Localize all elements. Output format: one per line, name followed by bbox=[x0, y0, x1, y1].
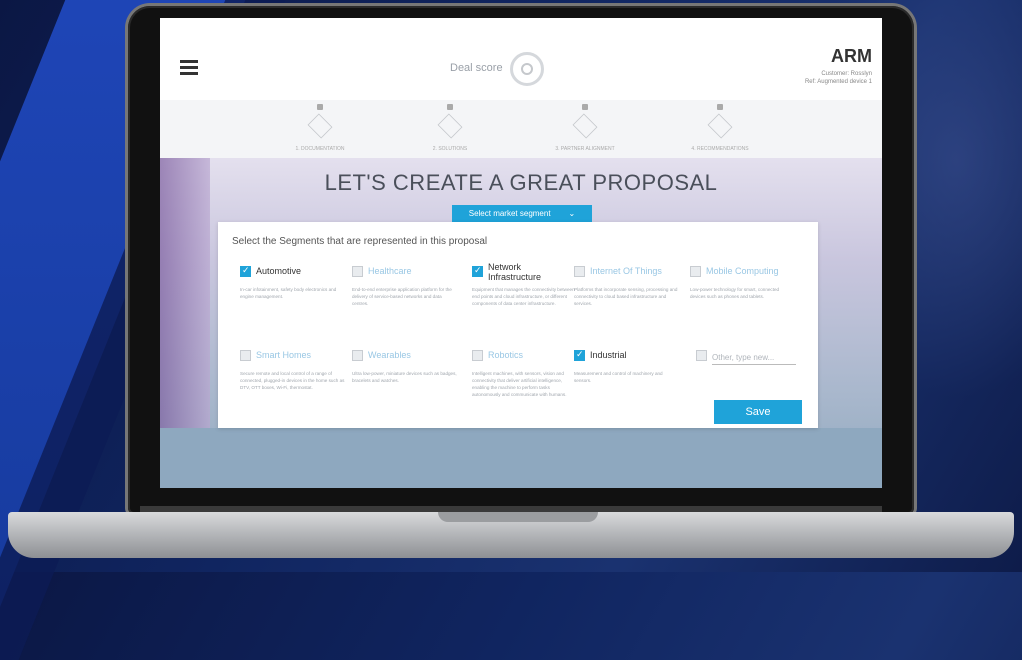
step-documentation[interactable]: 1. DOCUMENTATION bbox=[260, 104, 380, 152]
checkbox[interactable] bbox=[574, 266, 585, 277]
step-label: 2. SOLUTIONS bbox=[432, 146, 468, 152]
laptop-notch bbox=[438, 512, 598, 522]
other-segment-input[interactable] bbox=[712, 350, 796, 365]
step-label: 1. DOCUMENTATION bbox=[295, 146, 345, 152]
footer-strip bbox=[160, 428, 882, 488]
step-label: 3. PARTNER ALIGNMENT bbox=[555, 146, 615, 152]
save-button[interactable]: Save bbox=[714, 400, 802, 424]
segment-name: Network Infrastructure bbox=[488, 262, 542, 282]
page-title: LET'S CREATE A GREAT PROPOSAL bbox=[324, 170, 718, 195]
segment-name: Internet Of Things bbox=[590, 266, 662, 276]
segment-description: Low-power technology for smart, connecte… bbox=[690, 287, 780, 299]
checkbox[interactable] bbox=[352, 350, 363, 361]
segment-name: Healthcare bbox=[368, 266, 412, 276]
laptop-base bbox=[8, 512, 1014, 558]
segment-description: Equipment that manages the connectivity … bbox=[472, 287, 575, 306]
segment-name: Wearables bbox=[368, 350, 411, 360]
customer-line: Customer: Rosslyn bbox=[821, 71, 872, 77]
segment-description: Secure remote and local control of a ran… bbox=[240, 371, 345, 390]
segment-description: Platforms that incorporate sensing, proc… bbox=[574, 287, 678, 306]
segment-name: Mobile Computing bbox=[706, 266, 779, 276]
customer-info: Customer: Rosslyn Ref: Augmented device … bbox=[805, 70, 872, 86]
ref-line: Ref: Augmented device 1 bbox=[804, 79, 872, 85]
checkbox[interactable] bbox=[472, 265, 483, 277]
progress-stepper: 1. DOCUMENTATION 2. SOLUTIONS 3. PARTNER… bbox=[260, 104, 800, 164]
checkbox[interactable] bbox=[574, 349, 585, 361]
step-label: 4. RECOMMENDATIONS bbox=[691, 146, 749, 152]
segment-name: Smart Homes bbox=[256, 350, 312, 360]
checkbox[interactable] bbox=[240, 350, 251, 361]
panel-title: Select the Segments that are represented… bbox=[232, 236, 488, 247]
checkbox[interactable] bbox=[352, 266, 363, 277]
app-header: Deal score ARM Customer: Rosslyn Ref: Au… bbox=[160, 18, 882, 100]
step-partner-alignment[interactable]: 3. PARTNER ALIGNMENT bbox=[525, 104, 645, 152]
segments-panel: Select the Segments that are represented… bbox=[218, 222, 818, 428]
checkbox[interactable] bbox=[240, 265, 251, 277]
menu-icon[interactable] bbox=[180, 60, 198, 75]
deal-score-label: Deal score bbox=[450, 62, 503, 74]
segment-description: In-car infotainment, safety body electro… bbox=[240, 287, 337, 299]
checkbox[interactable] bbox=[472, 350, 483, 361]
step-icon bbox=[707, 113, 733, 139]
step-icon bbox=[307, 113, 333, 139]
segment-button-label: Select market segment bbox=[468, 209, 551, 218]
checkbox[interactable] bbox=[690, 266, 701, 277]
step-recommendations[interactable]: 4. RECOMMENDATIONS bbox=[660, 104, 780, 152]
laptop-screen: Deal score ARM Customer: Rosslyn Ref: Au… bbox=[160, 18, 882, 488]
step-icon bbox=[572, 113, 598, 139]
deal-score-ring-icon bbox=[510, 52, 544, 86]
step-icon bbox=[437, 113, 463, 139]
segment-description: End-to-end enterprise application platfo… bbox=[352, 287, 452, 306]
step-dot bbox=[582, 104, 588, 110]
segment-name: Industrial bbox=[590, 350, 627, 360]
segment-description: Measurement and control of machinery and… bbox=[574, 371, 663, 383]
segment-name: Robotics bbox=[488, 350, 524, 360]
step-dot bbox=[447, 104, 453, 110]
checkbox[interactable] bbox=[696, 350, 707, 361]
step-dot bbox=[317, 104, 323, 110]
segment-description: Intelligent machines, with sensors, visi… bbox=[472, 371, 567, 397]
segment-description: Ultra low-power, miniature devices such … bbox=[352, 371, 457, 383]
brand-logo: ARM bbox=[831, 46, 872, 66]
segment-name: Automotive bbox=[256, 266, 302, 276]
step-solutions[interactable]: 2. SOLUTIONS bbox=[390, 104, 510, 152]
select-market-segment-button[interactable]: Select market segment ⌄ bbox=[452, 205, 592, 223]
step-dot bbox=[717, 104, 723, 110]
chevron-down-icon: ⌄ bbox=[568, 209, 576, 218]
